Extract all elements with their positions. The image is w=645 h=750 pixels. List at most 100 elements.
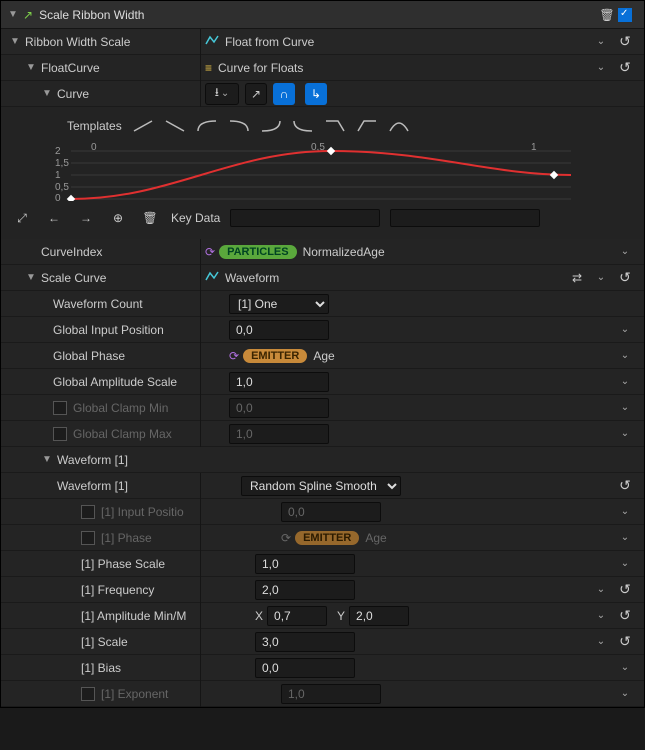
delete-key-button[interactable]: 🗑: [139, 207, 161, 229]
svg-text:1,5: 1,5: [55, 158, 69, 169]
global-clamp-max-input[interactable]: [229, 424, 329, 444]
expander-waveform1[interactable]: ▼: [41, 454, 53, 465]
dropdown-button[interactable]: ⌄: [614, 501, 636, 523]
reset-button[interactable]: ↺: [614, 31, 636, 53]
expander-scalecurve[interactable]: ▼: [25, 272, 37, 283]
waveform1-type-select[interactable]: Random Spline Smooth: [241, 476, 401, 496]
expander-floatcurve[interactable]: ▼: [25, 62, 37, 73]
frequency-input[interactable]: [255, 580, 355, 600]
ribbon-width-scale-label: Ribbon Width Scale: [25, 35, 130, 49]
expander-module[interactable]: ▼: [7, 9, 19, 20]
amp-x-label: X: [255, 609, 263, 623]
svg-text:0: 0: [91, 142, 97, 153]
scale-input[interactable]: [255, 632, 355, 652]
key-data-input-2[interactable]: [390, 209, 540, 227]
reset-button[interactable]: ↺: [614, 475, 636, 497]
template-ease-out-rev[interactable]: [292, 119, 314, 133]
floatcurve-value: Curve for Floats: [218, 61, 303, 75]
tangent-linear-button[interactable]: ↳: [305, 83, 327, 105]
template-linear-down[interactable]: [164, 119, 186, 133]
input-position-input[interactable]: [281, 502, 381, 522]
emitter-tag[interactable]: EMITTER: [243, 349, 307, 363]
global-clamp-min-input[interactable]: [229, 398, 329, 418]
template-ease-out[interactable]: [196, 119, 218, 133]
global-input-position-label: Global Input Position: [53, 323, 164, 337]
reset-button[interactable]: ↺: [614, 57, 636, 79]
dropdown-button[interactable]: ⌄: [614, 683, 636, 705]
emitter-tag[interactable]: EMITTER: [295, 531, 359, 545]
global-clamp-min-checkbox[interactable]: [53, 401, 67, 415]
template-ease-in-rev[interactable]: [260, 119, 282, 133]
reset-button[interactable]: ↺: [614, 579, 636, 601]
dropdown-button[interactable]: ⌄: [614, 319, 636, 341]
dropdown-button[interactable]: ⌄: [590, 631, 612, 653]
particles-tag[interactable]: PARTICLES: [219, 245, 297, 259]
next-key-button[interactable]: →: [75, 207, 97, 229]
floatcurve-label: FloatCurve: [41, 61, 100, 75]
amp-y-label: Y: [337, 609, 345, 623]
curve-asset-icon: ≡: [205, 61, 212, 75]
exponent-label: [1] Exponent: [101, 687, 168, 701]
key-data-input-1[interactable]: [230, 209, 380, 227]
dropdown-button[interactable]: ⌄: [590, 579, 612, 601]
template-flat-up[interactable]: [356, 119, 378, 133]
reset-button[interactable]: ↺: [614, 267, 636, 289]
prev-key-button[interactable]: ←: [43, 207, 65, 229]
curve-graph[interactable]: 2 1,5 1 0,5 0 0 0,5 1: [11, 141, 634, 201]
module-title: Scale Ribbon Width: [39, 8, 144, 22]
template-bell[interactable]: [388, 119, 410, 133]
shuffle-button[interactable]: ⇄: [566, 267, 588, 289]
amplitude-y-input[interactable]: [349, 606, 409, 626]
expander-ribbon-width[interactable]: ▼: [9, 36, 21, 47]
svg-text:2: 2: [55, 146, 61, 157]
open-external-button[interactable]: ↗: [245, 83, 267, 105]
dropdown-button[interactable]: ⌄: [590, 605, 612, 627]
add-key-button[interactable]: ⊕: [107, 207, 129, 229]
global-clamp-max-checkbox[interactable]: [53, 427, 67, 441]
dropdown-button[interactable]: ⌄: [614, 371, 636, 393]
bias-input[interactable]: [255, 658, 355, 678]
global-amplitude-input[interactable]: [229, 372, 329, 392]
input-position-label: [1] Input Positio: [101, 505, 184, 519]
svg-text:0: 0: [55, 193, 61, 201]
waveform-count-select[interactable]: [1] One: [229, 294, 329, 314]
frequency-label: [1] Frequency: [81, 583, 154, 597]
dropdown-button[interactable]: ⌄: [614, 345, 636, 367]
exponent-input[interactable]: [281, 684, 381, 704]
dropdown-button[interactable]: ⌄: [614, 527, 636, 549]
template-flat-down[interactable]: [324, 119, 346, 133]
phase-scale-input[interactable]: [255, 554, 355, 574]
dropdown-button[interactable]: ⌄: [614, 397, 636, 419]
template-linear-up[interactable]: [132, 119, 154, 133]
scalecurve-label: Scale Curve: [41, 271, 106, 285]
dropdown-button[interactable]: ⌄: [590, 267, 612, 289]
global-amplitude-label: Global Amplitude Scale: [53, 375, 177, 389]
dropdown-button[interactable]: ⌄: [614, 553, 636, 575]
exponent-checkbox[interactable]: [81, 687, 95, 701]
tangent-auto-button[interactable]: ∩: [273, 83, 295, 105]
dropdown-button[interactable]: ⌄: [590, 57, 612, 79]
dropdown-button[interactable]: ⌄: [590, 31, 612, 53]
import-curve-button[interactable]: ⭳ ⌄: [205, 83, 239, 105]
fit-button[interactable]: ⤢: [11, 207, 33, 229]
link-icon: ⟳: [281, 531, 291, 545]
dropdown-button[interactable]: ⌄: [614, 423, 636, 445]
delete-button[interactable]: 🗑: [596, 4, 618, 26]
dropdown-button[interactable]: ⌄: [614, 241, 636, 263]
module-header: ▼ ↗ Scale Ribbon Width 🗑: [1, 1, 644, 29]
reset-button[interactable]: ↺: [614, 631, 636, 653]
expander-curve[interactable]: ▼: [41, 88, 53, 99]
input-position-checkbox[interactable]: [81, 505, 95, 519]
phase-checkbox[interactable]: [81, 531, 95, 545]
curve-editor[interactable]: Templates 2 1,5 1: [1, 107, 644, 239]
global-clamp-min-label: Global Clamp Min: [73, 401, 168, 415]
enabled-checkbox[interactable]: [618, 8, 632, 22]
svg-text:1: 1: [55, 170, 61, 181]
link-icon: ⟳: [229, 349, 239, 363]
amplitude-x-input[interactable]: [267, 606, 327, 626]
reset-button[interactable]: ↺: [614, 605, 636, 627]
global-input-position-input[interactable]: [229, 320, 329, 340]
waveform1-group-label: Waveform [1]: [57, 453, 128, 467]
template-ease-in[interactable]: [228, 119, 250, 133]
dropdown-button[interactable]: ⌄: [614, 657, 636, 679]
